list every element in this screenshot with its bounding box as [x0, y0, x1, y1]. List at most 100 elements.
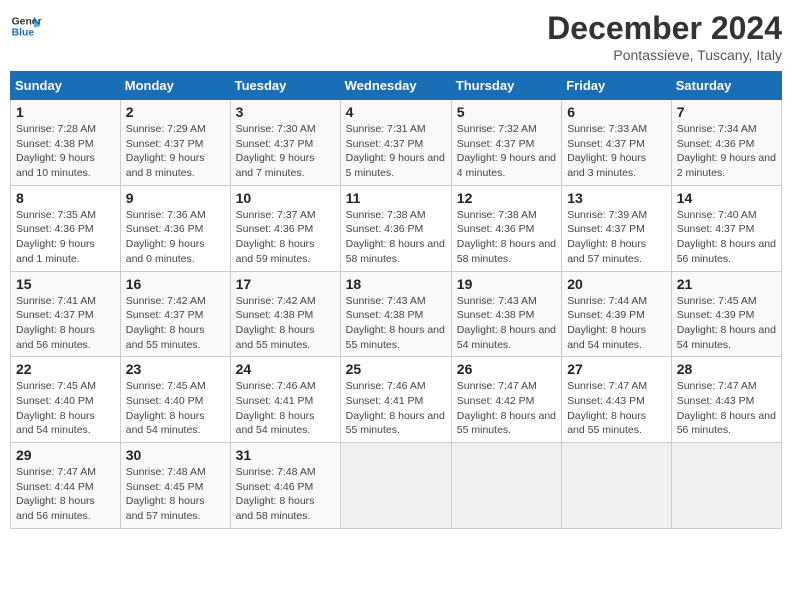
day-info: Sunrise: 7:47 AM Sunset: 4:43 PM Dayligh… — [567, 379, 666, 438]
day-number: 7 — [677, 104, 776, 120]
day-number: 19 — [457, 276, 556, 292]
day-cell: 18 Sunrise: 7:43 AM Sunset: 4:38 PM Dayl… — [340, 271, 451, 357]
weekday-header-tuesday: Tuesday — [230, 72, 340, 100]
day-number: 5 — [457, 104, 556, 120]
day-info: Sunrise: 7:32 AM Sunset: 4:37 PM Dayligh… — [457, 122, 556, 181]
day-info: Sunrise: 7:43 AM Sunset: 4:38 PM Dayligh… — [457, 294, 556, 353]
day-number: 26 — [457, 361, 556, 377]
day-info: Sunrise: 7:45 AM Sunset: 4:40 PM Dayligh… — [126, 379, 225, 438]
day-cell: 19 Sunrise: 7:43 AM Sunset: 4:38 PM Dayl… — [451, 271, 561, 357]
day-number: 22 — [16, 361, 115, 377]
calendar-subtitle: Pontassieve, Tuscany, Italy — [547, 47, 782, 63]
day-cell: 12 Sunrise: 7:38 AM Sunset: 4:36 PM Dayl… — [451, 185, 561, 271]
day-info: Sunrise: 7:38 AM Sunset: 4:36 PM Dayligh… — [346, 208, 446, 267]
day-cell: 22 Sunrise: 7:45 AM Sunset: 4:40 PM Dayl… — [11, 357, 121, 443]
day-number: 27 — [567, 361, 666, 377]
day-info: Sunrise: 7:28 AM Sunset: 4:38 PM Dayligh… — [16, 122, 115, 181]
day-cell: 9 Sunrise: 7:36 AM Sunset: 4:36 PM Dayli… — [120, 185, 230, 271]
day-cell: 8 Sunrise: 7:35 AM Sunset: 4:36 PM Dayli… — [11, 185, 121, 271]
day-cell: 21 Sunrise: 7:45 AM Sunset: 4:39 PM Dayl… — [671, 271, 781, 357]
day-cell: 1 Sunrise: 7:28 AM Sunset: 4:38 PM Dayli… — [11, 100, 121, 186]
day-cell: 26 Sunrise: 7:47 AM Sunset: 4:42 PM Dayl… — [451, 357, 561, 443]
svg-text:Blue: Blue — [12, 28, 35, 39]
day-number: 30 — [126, 447, 225, 463]
day-cell: 11 Sunrise: 7:38 AM Sunset: 4:36 PM Dayl… — [340, 185, 451, 271]
weekday-header-monday: Monday — [120, 72, 230, 100]
day-cell — [451, 443, 561, 529]
day-info: Sunrise: 7:41 AM Sunset: 4:37 PM Dayligh… — [16, 294, 115, 353]
day-cell: 17 Sunrise: 7:42 AM Sunset: 4:38 PM Dayl… — [230, 271, 340, 357]
day-info: Sunrise: 7:43 AM Sunset: 4:38 PM Dayligh… — [346, 294, 446, 353]
title-area: December 2024 Pontassieve, Tuscany, Ital… — [547, 10, 782, 63]
day-info: Sunrise: 7:42 AM Sunset: 4:37 PM Dayligh… — [126, 294, 225, 353]
day-info: Sunrise: 7:33 AM Sunset: 4:37 PM Dayligh… — [567, 122, 666, 181]
week-row-3: 15 Sunrise: 7:41 AM Sunset: 4:37 PM Dayl… — [11, 271, 782, 357]
day-cell: 4 Sunrise: 7:31 AM Sunset: 4:37 PM Dayli… — [340, 100, 451, 186]
day-number: 4 — [346, 104, 446, 120]
day-cell: 14 Sunrise: 7:40 AM Sunset: 4:37 PM Dayl… — [671, 185, 781, 271]
day-cell: 27 Sunrise: 7:47 AM Sunset: 4:43 PM Dayl… — [562, 357, 672, 443]
week-row-5: 29 Sunrise: 7:47 AM Sunset: 4:44 PM Dayl… — [11, 443, 782, 529]
logo: General Blue — [10, 10, 42, 42]
weekday-header-thursday: Thursday — [451, 72, 561, 100]
day-cell: 15 Sunrise: 7:41 AM Sunset: 4:37 PM Dayl… — [11, 271, 121, 357]
day-cell: 7 Sunrise: 7:34 AM Sunset: 4:36 PM Dayli… — [671, 100, 781, 186]
day-info: Sunrise: 7:29 AM Sunset: 4:37 PM Dayligh… — [126, 122, 225, 181]
day-number: 29 — [16, 447, 115, 463]
day-cell: 29 Sunrise: 7:47 AM Sunset: 4:44 PM Dayl… — [11, 443, 121, 529]
weekday-header-wednesday: Wednesday — [340, 72, 451, 100]
day-cell: 10 Sunrise: 7:37 AM Sunset: 4:36 PM Dayl… — [230, 185, 340, 271]
day-info: Sunrise: 7:42 AM Sunset: 4:38 PM Dayligh… — [236, 294, 335, 353]
day-cell: 2 Sunrise: 7:29 AM Sunset: 4:37 PM Dayli… — [120, 100, 230, 186]
day-info: Sunrise: 7:39 AM Sunset: 4:37 PM Dayligh… — [567, 208, 666, 267]
day-info: Sunrise: 7:40 AM Sunset: 4:37 PM Dayligh… — [677, 208, 776, 267]
day-number: 25 — [346, 361, 446, 377]
day-cell — [671, 443, 781, 529]
day-number: 20 — [567, 276, 666, 292]
day-info: Sunrise: 7:46 AM Sunset: 4:41 PM Dayligh… — [346, 379, 446, 438]
day-cell: 13 Sunrise: 7:39 AM Sunset: 4:37 PM Dayl… — [562, 185, 672, 271]
day-info: Sunrise: 7:45 AM Sunset: 4:39 PM Dayligh… — [677, 294, 776, 353]
day-number: 10 — [236, 190, 335, 206]
day-number: 23 — [126, 361, 225, 377]
day-info: Sunrise: 7:35 AM Sunset: 4:36 PM Dayligh… — [16, 208, 115, 267]
day-number: 8 — [16, 190, 115, 206]
day-number: 16 — [126, 276, 225, 292]
day-cell: 24 Sunrise: 7:46 AM Sunset: 4:41 PM Dayl… — [230, 357, 340, 443]
day-info: Sunrise: 7:48 AM Sunset: 4:46 PM Dayligh… — [236, 465, 335, 524]
weekday-header-friday: Friday — [562, 72, 672, 100]
day-info: Sunrise: 7:38 AM Sunset: 4:36 PM Dayligh… — [457, 208, 556, 267]
day-number: 1 — [16, 104, 115, 120]
weekday-header-saturday: Saturday — [671, 72, 781, 100]
day-number: 11 — [346, 190, 446, 206]
day-number: 28 — [677, 361, 776, 377]
day-info: Sunrise: 7:47 AM Sunset: 4:42 PM Dayligh… — [457, 379, 556, 438]
day-number: 15 — [16, 276, 115, 292]
day-number: 21 — [677, 276, 776, 292]
day-cell: 6 Sunrise: 7:33 AM Sunset: 4:37 PM Dayli… — [562, 100, 672, 186]
day-info: Sunrise: 7:48 AM Sunset: 4:45 PM Dayligh… — [126, 465, 225, 524]
day-info: Sunrise: 7:36 AM Sunset: 4:36 PM Dayligh… — [126, 208, 225, 267]
day-number: 9 — [126, 190, 225, 206]
day-cell — [340, 443, 451, 529]
day-cell: 25 Sunrise: 7:46 AM Sunset: 4:41 PM Dayl… — [340, 357, 451, 443]
day-number: 6 — [567, 104, 666, 120]
day-number: 31 — [236, 447, 335, 463]
header: General Blue December 2024 Pontassieve, … — [10, 10, 782, 63]
day-info: Sunrise: 7:34 AM Sunset: 4:36 PM Dayligh… — [677, 122, 776, 181]
week-row-4: 22 Sunrise: 7:45 AM Sunset: 4:40 PM Dayl… — [11, 357, 782, 443]
day-number: 14 — [677, 190, 776, 206]
day-cell: 16 Sunrise: 7:42 AM Sunset: 4:37 PM Dayl… — [120, 271, 230, 357]
weekday-header-row: SundayMondayTuesdayWednesdayThursdayFrid… — [11, 72, 782, 100]
day-info: Sunrise: 7:31 AM Sunset: 4:37 PM Dayligh… — [346, 122, 446, 181]
day-number: 3 — [236, 104, 335, 120]
day-cell: 30 Sunrise: 7:48 AM Sunset: 4:45 PM Dayl… — [120, 443, 230, 529]
day-info: Sunrise: 7:30 AM Sunset: 4:37 PM Dayligh… — [236, 122, 335, 181]
day-number: 12 — [457, 190, 556, 206]
calendar-title: December 2024 — [547, 10, 782, 47]
calendar-table: SundayMondayTuesdayWednesdayThursdayFrid… — [10, 71, 782, 529]
day-info: Sunrise: 7:47 AM Sunset: 4:44 PM Dayligh… — [16, 465, 115, 524]
day-number: 2 — [126, 104, 225, 120]
day-cell: 23 Sunrise: 7:45 AM Sunset: 4:40 PM Dayl… — [120, 357, 230, 443]
day-cell: 28 Sunrise: 7:47 AM Sunset: 4:43 PM Dayl… — [671, 357, 781, 443]
